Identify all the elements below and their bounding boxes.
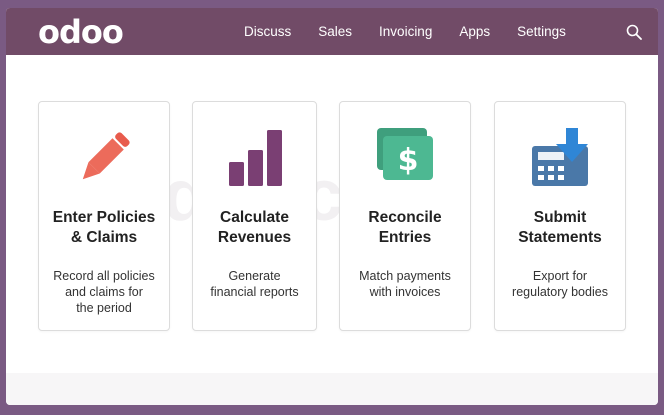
app-window: odoo Discuss Sales Invoicing Apps Settin… — [6, 8, 658, 405]
card-enter-policies[interactable]: Enter Policies & Claims Record all polic… — [38, 101, 170, 331]
top-navbar: odoo Discuss Sales Invoicing Apps Settin… — [6, 8, 658, 55]
menu-item-sales[interactable]: Sales — [318, 24, 352, 39]
menu-item-apps[interactable]: Apps — [459, 24, 490, 39]
bar-chart-icon — [228, 130, 282, 186]
menu-item-invoicing[interactable]: Invoicing — [379, 24, 432, 39]
bottom-bar — [6, 373, 658, 405]
card-submit-statements[interactable]: Submit Statements Export for regulatory … — [494, 101, 626, 331]
search-icon[interactable] — [626, 24, 642, 40]
card-reconcile-entries[interactable]: $ Reconcile Entries Match payments with … — [339, 101, 471, 331]
menu-item-settings[interactable]: Settings — [517, 24, 566, 39]
dashboard-content: Sdic corp Enter Policies & Claims Record… — [6, 55, 658, 373]
money-icon: $ — [377, 128, 433, 180]
download-calculator-icon — [532, 128, 588, 186]
odoo-logo[interactable]: odoo — [38, 16, 124, 48]
main-menu: Discuss Sales Invoicing Apps Settings — [244, 24, 593, 39]
svg-text:$: $ — [398, 143, 419, 178]
card-title: Enter Policies & Claims — [52, 209, 156, 246]
card-description: Generate financial reports — [210, 269, 299, 299]
card-title: Reconcile Entries — [368, 209, 442, 246]
card-description: Match payments with invoices — [359, 269, 451, 299]
menu-item-discuss[interactable]: Discuss — [244, 24, 291, 39]
card-title: Calculate Revenues — [217, 209, 292, 246]
pencil-icon — [82, 132, 130, 180]
card-calculate-revenues[interactable]: Calculate Revenues Generate financial re… — [192, 101, 317, 331]
card-description: Export for regulatory bodies — [512, 269, 608, 299]
card-title: Submit Statements — [518, 209, 602, 246]
card-description: Record all policies and claims for the p… — [53, 269, 155, 315]
